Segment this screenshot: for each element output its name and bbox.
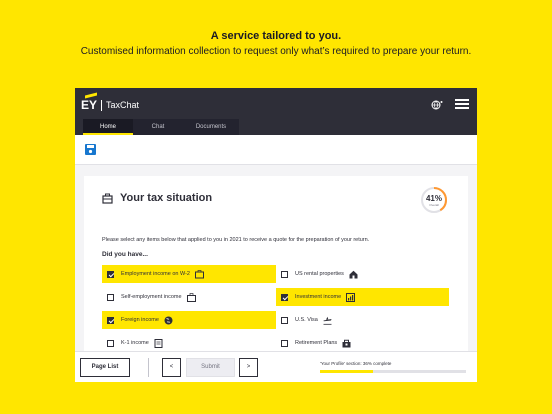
- option-us-visa[interactable]: U.S. Visa: [276, 311, 450, 329]
- option-us-rental-properties[interactable]: US rental properties: [276, 265, 450, 283]
- tab-bar: Home Chat Documents: [83, 119, 239, 135]
- section-status-text: 'Your Profile' section: 36% complete: [320, 361, 392, 366]
- briefcase-icon: [186, 292, 196, 302]
- retirement-icon: [342, 339, 351, 347]
- checkbox[interactable]: [281, 270, 288, 278]
- option-label: Retirement Plans: [295, 340, 338, 346]
- option-retirement-plans[interactable]: Retirement Plans: [276, 334, 450, 351]
- option-label: Self-employment income: [121, 294, 182, 300]
- app-logo[interactable]: EY TaxChat: [81, 98, 139, 112]
- logo-divider: [101, 99, 103, 111]
- brand-logo: EY: [81, 98, 98, 112]
- progress-percent: 41%: [425, 194, 442, 203]
- option-employment-income[interactable]: Employment income on W-2: [102, 265, 276, 283]
- instructions-text: Please select any items below that appli…: [102, 237, 370, 243]
- page-title: Your tax situation: [120, 192, 213, 204]
- promo-title: A service tailored to you.: [210, 30, 342, 42]
- document-icon: [154, 338, 163, 348]
- option-label: U.S. Visa: [295, 317, 318, 323]
- section-progress-fill: [320, 370, 373, 373]
- option-label: Employment income on W-2: [121, 271, 190, 277]
- app-window: EY TaxChat Home Chat Documents Your tax …: [75, 88, 477, 382]
- submit-button[interactable]: Submit: [186, 358, 235, 377]
- tab-documents[interactable]: Documents: [183, 119, 239, 135]
- option-label: Investment income: [295, 294, 342, 300]
- section-progress-bar: [320, 370, 466, 373]
- airplane-icon: [323, 316, 332, 325]
- option-label: K-1 income: [121, 340, 149, 346]
- checkbox[interactable]: [281, 316, 288, 324]
- card-header: Your tax situation: [102, 192, 212, 204]
- app-name: TaxChat: [106, 100, 140, 110]
- page-list-button[interactable]: Page List: [80, 358, 130, 377]
- option-self-employment-income[interactable]: Self-employment income: [102, 288, 276, 306]
- top-bar: EY TaxChat Home Chat Documents: [75, 88, 477, 135]
- option-k1-income[interactable]: K-1 income: [102, 334, 276, 351]
- footer-bar: Page List < Submit > 'Your Profile' sect…: [75, 351, 477, 382]
- checkbox[interactable]: [281, 293, 288, 301]
- save-icon[interactable]: [85, 144, 96, 155]
- checkbox[interactable]: [107, 270, 114, 278]
- checkbox[interactable]: [107, 293, 114, 301]
- previous-button[interactable]: <: [162, 358, 181, 377]
- toolbar: [75, 135, 477, 165]
- w2-form-icon: [194, 269, 204, 278]
- next-button[interactable]: >: [239, 358, 258, 377]
- checkbox[interactable]: [107, 316, 114, 324]
- option-investment-income[interactable]: Investment income: [276, 288, 449, 306]
- footer-divider: [148, 358, 149, 377]
- progress-label: Overall: [429, 203, 439, 207]
- investment-chart-icon: [346, 292, 356, 302]
- option-label: US rental properties: [295, 271, 344, 277]
- globe-icon[interactable]: [431, 99, 443, 111]
- tab-home[interactable]: Home: [83, 119, 133, 135]
- house-icon: [349, 270, 358, 278]
- tab-chat[interactable]: Chat: [133, 119, 183, 135]
- checkbox[interactable]: [281, 339, 288, 347]
- world-globe-icon: [164, 316, 173, 324]
- option-foreign-income[interactable]: Foreign income: [102, 311, 276, 329]
- option-label: Foreign income: [121, 317, 159, 323]
- overall-progress-ring: 41% Overall: [420, 186, 448, 214]
- checkbox[interactable]: [107, 339, 114, 347]
- briefcase-icon: [102, 193, 113, 204]
- hamburger-icon[interactable]: [455, 99, 469, 110]
- tax-situation-card: Your tax situation 41% Overall Please se…: [84, 176, 468, 351]
- promo-subtitle: Customised information collection to req…: [80, 46, 472, 57]
- question-heading: Did you have...: [102, 251, 148, 258]
